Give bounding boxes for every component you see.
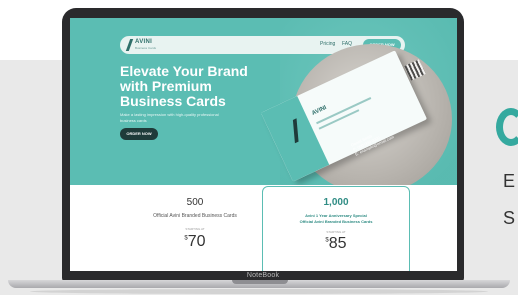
pricing-quantity: 1,000 (323, 197, 349, 208)
logo-mark-icon (125, 39, 134, 51)
laptop-screen: AVINI Business Cards Pricing FAQ ORDER N… (70, 18, 457, 271)
pricing-description: Official Avini Branded Business Cards (153, 213, 237, 219)
pricing-description: Avini 1 Year Anniversary Special Officia… (263, 213, 409, 225)
partial-heading-glyph (496, 108, 518, 146)
hero-section: AVINI Business Cards Pricing FAQ ORDER N… (70, 18, 457, 185)
price-value: 85 (328, 235, 347, 252)
pricing-quantity: 500 (186, 197, 204, 208)
hero-order-button[interactable]: ORDER NOW (120, 128, 158, 140)
pricing-starting-label: STARTING AT (185, 227, 205, 231)
partial-text-line-2: S (503, 208, 516, 228)
pricing-card-1000[interactable]: 1,000 Avini 1 Year Anniversary Special O… (262, 186, 410, 271)
pricing-section: 500 Official Avini Branded Business Card… (70, 185, 457, 271)
pricing-price: $70 (120, 233, 270, 251)
logo-word: AVINI (135, 39, 153, 45)
price-value: 70 (187, 233, 206, 250)
hero-title-line: Business Cards (120, 93, 226, 109)
laptop-base (0, 280, 518, 295)
nav-link-pricing[interactable]: Pricing (320, 41, 335, 47)
logo-tagline: Business Cards (135, 46, 157, 50)
pricing-description-line: Official Avini Branded Business Cards (299, 219, 373, 224)
hero-title: Elevate Your Brand with Premium Business… (120, 64, 260, 109)
hero-title-line: Elevate Your Brand (120, 63, 248, 79)
pricing-price: $85 (263, 235, 409, 253)
shadow (30, 289, 488, 294)
site-logo[interactable]: AVINI Business Cards (125, 38, 168, 52)
partial-text-line-1: E (503, 171, 516, 191)
hero-title-line: with Premium (120, 78, 212, 94)
card-name: AVINI (311, 104, 328, 117)
pricing-starting-label: STARTING AT (326, 230, 346, 234)
laptop-brand-label: NoteBook (246, 272, 280, 279)
hero-subtitle: Make a lasting impression with high-qual… (120, 112, 219, 123)
laptop-notch (232, 280, 288, 284)
pricing-card-500[interactable]: 500 Official Avini Branded Business Card… (120, 197, 270, 251)
